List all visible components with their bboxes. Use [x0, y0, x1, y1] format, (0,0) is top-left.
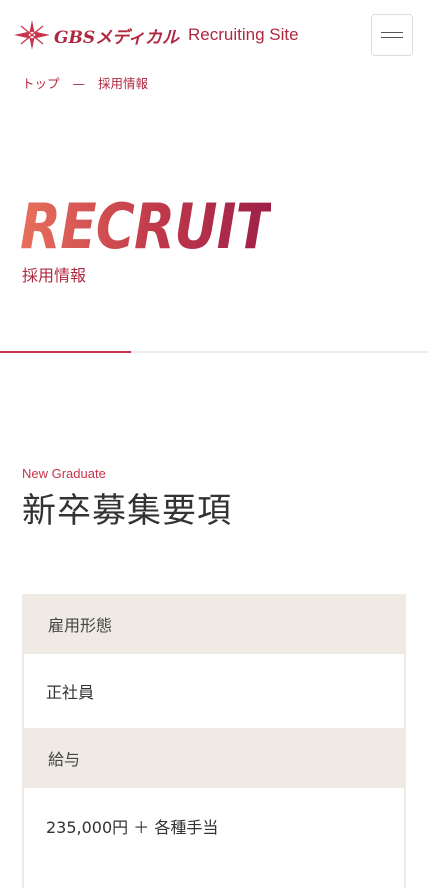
table-row-label: 給与 [24, 728, 404, 788]
logo-text: GBSメディカル [54, 27, 179, 48]
section-eyebrow: New Graduate [22, 466, 106, 481]
logo-mark-icon [14, 20, 50, 50]
section-title: 新卒募集要項 [22, 491, 232, 531]
breadcrumb-current: 採用情報 [97, 76, 148, 91]
table-row-value: 235,000円 ＋ 各種手当 [24, 788, 404, 888]
hero-title: RECRUIT [20, 190, 272, 263]
hamburger-line [381, 32, 403, 33]
hamburger-line [381, 37, 403, 38]
section-divider-accent [0, 351, 131, 353]
logo-subtitle: Recruiting Site [187, 25, 299, 44]
breadcrumb-home-link[interactable]: トップ [22, 76, 60, 91]
hero-subtitle: 採用情報 [22, 266, 87, 285]
site-header: GBSメディカル Recruiting Site [0, 0, 428, 68]
site-logo[interactable]: GBSメディカル Recruiting Site [12, 18, 299, 52]
breadcrumb: トップ — 採用情報 [22, 73, 148, 92]
hamburger-menu-button[interactable] [371, 14, 413, 56]
breadcrumb-separator: — [72, 76, 86, 91]
table-row-value: 正社員 [24, 654, 404, 728]
requirements-table: 雇用形態 正社員 給与 235,000円 ＋ 各種手当 [22, 594, 406, 888]
table-row-label: 雇用形態 [24, 594, 404, 654]
